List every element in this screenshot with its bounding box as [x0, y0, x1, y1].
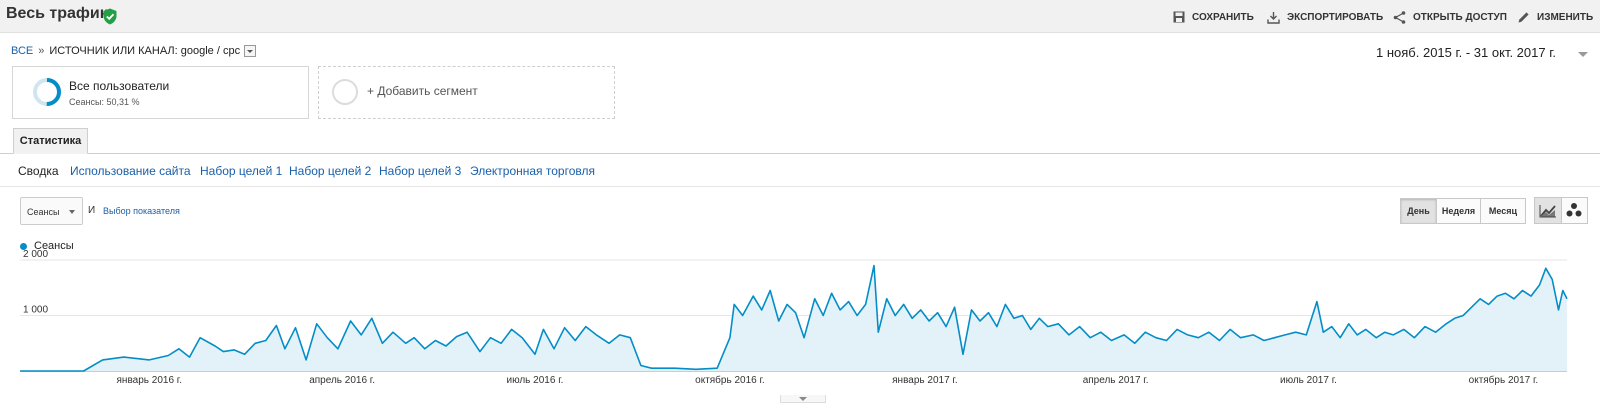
- breadcrumb-separator: »: [38, 45, 45, 57]
- save-button[interactable]: СОХРАНИТЬ: [1173, 9, 1254, 25]
- x-tick-label-4: январь 2017 г.: [892, 375, 957, 386]
- share-icon: [1393, 10, 1406, 24]
- segment-share-arc: [46, 78, 61, 106]
- granularity-week-button[interactable]: Неделя: [1436, 198, 1481, 224]
- chevron-down-icon[interactable]: [1578, 52, 1588, 57]
- export-icon: [1267, 11, 1280, 24]
- segment-name: Все пользователи: [69, 79, 170, 93]
- granularity-month-button[interactable]: Месяц: [1480, 198, 1526, 224]
- x-tick-label-2: июль 2016 г.: [506, 375, 563, 386]
- y-tick-label-1: 1 000: [23, 305, 48, 316]
- report-title: Весь трафик: [6, 5, 108, 22]
- y-tick-label-0: 2 000: [23, 250, 48, 260]
- edit-button[interactable]: ИЗМЕНИТЬ: [1517, 9, 1593, 25]
- date-range-picker[interactable]: 1 нояб. 2015 г. - 31 окт. 2017 г.: [1376, 45, 1556, 60]
- subtab-summary[interactable]: Сводка: [18, 164, 59, 178]
- x-tick-label-1: апрель 2016 г.: [309, 375, 375, 386]
- edit-icon: [1518, 11, 1529, 22]
- save-label: СОХРАНИТЬ: [1192, 11, 1254, 23]
- chevron-down-icon: [799, 397, 807, 401]
- breadcrumb-filter: ИСТОЧНИК ИЛИ КАНАЛ: google / cpc: [49, 45, 241, 57]
- export-button[interactable]: ЭКСПОРТИРОВАТЬ: [1267, 9, 1383, 25]
- add-segment-label: + Добавить сегмент: [367, 84, 478, 98]
- subtab-goal-set-2[interactable]: Набор целей 2: [289, 164, 371, 178]
- breadcrumb-filter-dropdown[interactable]: [244, 45, 257, 57]
- x-tick-label-0: январь 2016 г.: [117, 375, 182, 386]
- subtab-goal-set-1[interactable]: Набор целей 1: [200, 164, 282, 178]
- sessions-chart: 2 000 1 000 январь 2016 г. апрель 2016 г. ию…: [20, 250, 1568, 386]
- x-tick-label-6: июль 2017 г.: [1280, 375, 1337, 386]
- series-area-sessions: [20, 265, 1567, 371]
- choose-metric-link[interactable]: Выбор показателя: [103, 206, 180, 216]
- add-segment-ring-icon: [332, 79, 358, 105]
- subtab-ecommerce[interactable]: Электронная торговля: [470, 164, 595, 178]
- x-tick-label-3: октябрь 2016 г.: [695, 374, 765, 386]
- subtab-site-usage[interactable]: Использование сайта: [70, 164, 191, 178]
- x-tick-label-7: октябрь 2017 г.: [1469, 374, 1539, 386]
- granularity-day-button[interactable]: День: [1400, 198, 1437, 224]
- legend-dot-sessions: [20, 243, 27, 250]
- tab-divider: [0, 153, 1600, 154]
- chevron-down-icon: [69, 210, 75, 214]
- motion-chart-view-button[interactable]: [1561, 197, 1588, 224]
- line-chart-view-button[interactable]: [1534, 197, 1562, 224]
- save-icon: [1173, 11, 1185, 23]
- breadcrumb: ВСЕ » ИСТОЧНИК ИЛИ КАНАЛ: google / cpc: [11, 45, 257, 57]
- tab-statistics[interactable]: Статистика: [13, 128, 88, 154]
- segment-share-ring-icon: [33, 78, 61, 106]
- x-tick-label-5: апрель 2017 г.: [1083, 375, 1149, 386]
- subtab-divider: [0, 186, 1600, 187]
- export-label: ЭКСПОРТИРОВАТЬ: [1287, 11, 1384, 23]
- share-button[interactable]: ОТКРЫТЬ ДОСТУП: [1393, 9, 1507, 25]
- segment-share: Сеансы: 50,31 %: [69, 97, 140, 107]
- subtab-goal-set-3[interactable]: Набор целей 3: [379, 164, 461, 178]
- bubble-chart-icon: [1566, 203, 1582, 217]
- line-chart-icon: [1539, 205, 1556, 218]
- verified-shield-icon: [103, 8, 117, 25]
- chart-series-sessions: [20, 264, 1568, 372]
- breadcrumb-all-link[interactable]: ВСЕ: [11, 45, 33, 57]
- share-label: ОТКРЫТЬ ДОСТУП: [1413, 11, 1507, 23]
- and-label: И: [88, 205, 96, 216]
- edit-label: ИЗМЕНИТЬ: [1537, 11, 1594, 23]
